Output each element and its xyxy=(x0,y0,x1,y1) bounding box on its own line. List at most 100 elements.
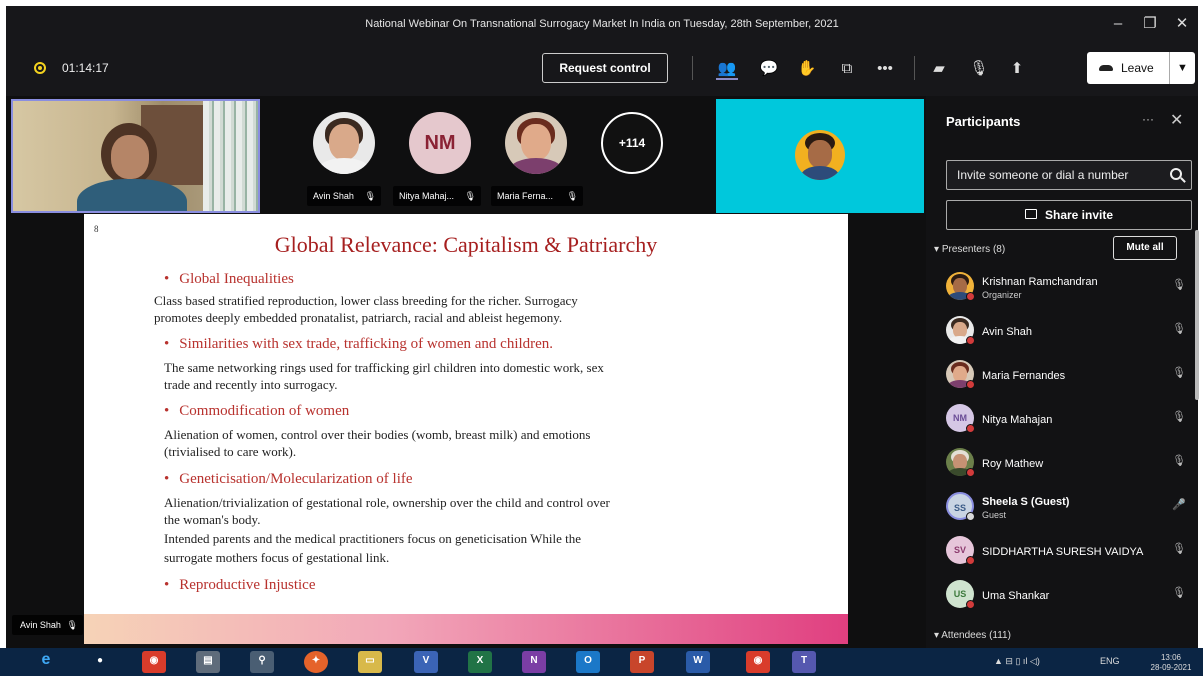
participant-name: Uma Shankar xyxy=(982,590,1050,602)
slide-body: Intended parents and the medical practit… xyxy=(164,531,582,546)
mic-off-icon: 🎙 xyxy=(364,191,376,201)
more-icon[interactable]: ••• xyxy=(874,58,896,80)
explorer-icon[interactable]: ▭ xyxy=(358,651,382,673)
language-indicator[interactable]: ENG xyxy=(1100,656,1120,666)
excel-icon[interactable]: X xyxy=(468,651,492,673)
chevron-down-icon[interactable]: ▼ xyxy=(1169,52,1195,84)
slide-heading-text: Reproductive Injustice xyxy=(179,577,316,593)
mute-all-button[interactable]: Mute all xyxy=(1113,236,1177,260)
user-icon[interactable]: ● xyxy=(88,651,112,673)
participant-name: Maria Fernandes xyxy=(982,370,1066,382)
mic-off-icon: 🎙 xyxy=(566,191,578,201)
video-tile-avatar[interactable] xyxy=(716,99,924,213)
toolbar-divider xyxy=(692,56,693,80)
reactions-icon[interactable]: ✋ xyxy=(796,58,818,80)
slide-title: Global Relevance: Capitalism & Patriarch… xyxy=(274,232,658,257)
mic-off-icon: 🎙 xyxy=(1172,587,1186,599)
window-title: National Webinar On Transnational Surrog… xyxy=(365,18,839,30)
participant-roster: NM +114 Avin Shah 🎙 Nitya Mahaj... 🎙 Mar… xyxy=(301,106,701,214)
panel-scrollbar[interactable] xyxy=(1195,230,1199,400)
camera-off-icon[interactable]: ▰ xyxy=(928,58,950,80)
visio-icon[interactable]: V xyxy=(414,651,438,673)
firefox-icon[interactable]: ✦ xyxy=(304,651,328,673)
bullet: • xyxy=(164,471,170,487)
phone-icon xyxy=(1099,65,1113,71)
participant-row[interactable]: SS Sheela S (Guest) Guest 🎤 xyxy=(946,488,1196,532)
search-icon[interactable] xyxy=(1170,168,1182,180)
slide-heading-text: Geneticisation/Molecularization of life xyxy=(179,471,413,487)
leave-button[interactable]: Leave ▼ xyxy=(1087,52,1195,84)
slide-heading: • Reproductive Injustice xyxy=(164,576,315,595)
avatar-avin-shah[interactable] xyxy=(313,112,375,174)
share-invite-button[interactable]: Share invite xyxy=(946,200,1192,230)
avatar-shirt xyxy=(317,158,371,174)
slide-heading-text: Commodification of women xyxy=(179,403,350,419)
slide-body: trade and recently into surrogacy. xyxy=(164,377,338,392)
slide-footer-band xyxy=(84,614,848,644)
people-icon[interactable]: 👥 xyxy=(716,58,738,80)
mic-off-icon[interactable]: 🎙 xyxy=(968,58,990,80)
word-icon[interactable]: W xyxy=(686,651,710,673)
avatar-nitya-mahajan[interactable]: NM xyxy=(409,112,471,174)
chat-icon[interactable]: 💬 xyxy=(758,58,780,80)
chrome-icon[interactable]: ◉ xyxy=(142,651,166,673)
participant-name: SIDDHARTHA SURESH VAIDYA xyxy=(982,546,1144,558)
slide-body: surrogate mothers focus of gestational l… xyxy=(164,550,390,565)
panel-close-icon[interactable]: ✕ xyxy=(1170,110,1183,130)
attendees-label: Attendees (111) xyxy=(941,630,1011,641)
participant-row[interactable]: US Uma Shankar 🎙 xyxy=(946,576,1196,620)
roster-name-tag: Maria Ferna... 🎙 xyxy=(491,186,583,206)
mic-off-icon: 🎙 xyxy=(66,620,78,630)
rooms-icon[interactable]: ⧉ xyxy=(836,58,858,80)
title-bar-inner: National Webinar On Transnational Surrog… xyxy=(6,6,1198,42)
participant-row[interactable]: Krishnan Ramchandran Organizer 🎙 xyxy=(946,268,1196,312)
chrome-icon[interactable]: ◉ xyxy=(746,651,770,673)
tray-icons[interactable]: ▲ ⊟ ▯ ıl ◁) xyxy=(994,656,1040,667)
shared-slide: 8 Global Relevance: Capitalism & Patriar… xyxy=(84,214,848,644)
onenote-icon[interactable]: N xyxy=(522,651,546,673)
minimize-icon[interactable]: – xyxy=(1104,12,1132,36)
participant-role: Organizer xyxy=(982,290,1022,300)
video-tile-speaker[interactable] xyxy=(11,99,260,213)
roster-name-tag: Nitya Mahaj... 🎙 xyxy=(393,186,481,206)
title-bar: National Webinar On Transnational Surrog… xyxy=(0,0,1203,45)
panel-more-icon[interactable]: ··· xyxy=(1142,112,1154,126)
close-icon[interactable]: ✕ xyxy=(1168,12,1196,36)
panel-title: Participants xyxy=(946,114,1021,129)
taskbar-clock[interactable]: 13:06 28-09-2021 xyxy=(1146,653,1196,673)
request-control-button[interactable]: Request control xyxy=(542,53,668,83)
participant-row[interactable]: Avin Shah 🎙 xyxy=(946,312,1196,356)
mic-off-icon: 🎙 xyxy=(1172,455,1186,467)
file-icon[interactable]: ▤ xyxy=(196,651,220,673)
mic-off-icon: 🎙 xyxy=(1172,279,1186,291)
mic-on-icon: 🎤 xyxy=(1172,499,1186,511)
status-dot xyxy=(966,336,975,345)
teams-icon[interactable]: T xyxy=(792,651,816,673)
maximize-icon[interactable]: ❐ xyxy=(1136,12,1164,36)
leave-label: Leave xyxy=(1121,61,1154,75)
more-participants-count[interactable]: +114 xyxy=(601,112,663,174)
outlook-icon[interactable]: O xyxy=(576,651,600,673)
slide-body: the woman's body. xyxy=(164,512,261,527)
roster-name-tag: Avin Shah 🎙 xyxy=(307,186,381,206)
meeting-toolbar: 01:14:17 Request control 👥 💬 ✋ ⧉ ••• ▰ 🎙… xyxy=(6,42,1198,96)
presenters-section-header[interactable]: ▾ Presenters (8) xyxy=(934,244,1005,255)
participant-row[interactable]: NM Nitya Mahajan 🎙 xyxy=(946,400,1196,444)
slide-heading: • Similarities with sex trade, traffickin… xyxy=(164,335,553,354)
bullet: • xyxy=(164,336,170,352)
attendees-section-header[interactable]: ▾ Attendees (111) xyxy=(934,630,1011,641)
participant-role: Guest xyxy=(982,510,1007,520)
mic-off-icon: 🎙 xyxy=(1172,367,1186,379)
participant-row[interactable]: Maria Fernandes 🎙 xyxy=(946,356,1196,400)
participant-name: Nitya Mahajan xyxy=(982,414,1053,426)
search-person-icon[interactable]: ⚲ xyxy=(250,651,274,673)
ie-icon[interactable]: e xyxy=(34,651,58,673)
invite-input[interactable] xyxy=(946,160,1192,190)
status-dot xyxy=(966,512,975,521)
participant-row[interactable]: Roy Mathew 🎙 xyxy=(946,444,1196,488)
participant-row[interactable]: SV SIDDHARTHA SURESH VAIDYA 🎙 xyxy=(946,532,1196,576)
bullet: • xyxy=(164,403,170,419)
powerpoint-icon[interactable]: P xyxy=(630,651,654,673)
share-icon[interactable]: ⬆ xyxy=(1006,58,1028,80)
avatar-maria-fernandes[interactable] xyxy=(505,112,567,174)
